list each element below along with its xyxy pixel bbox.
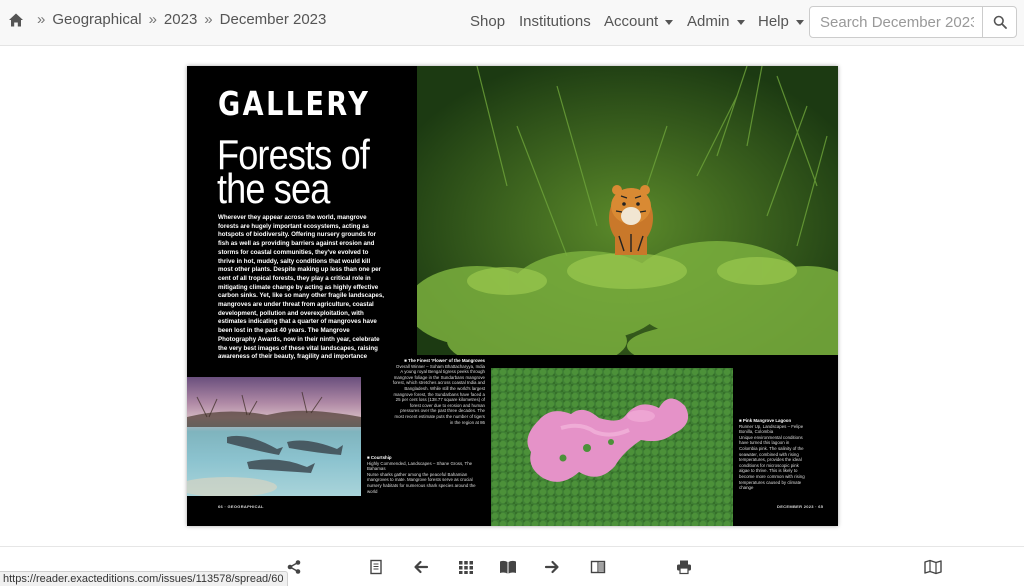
folio-right: DECEMBER 2023 · 65 [777, 504, 824, 509]
top-navbar: » Geographical » 2023 » December 2023 Sh… [0, 0, 1024, 46]
magazine-spread[interactable]: GALLERY Forests of the sea Wherever they… [187, 66, 838, 526]
chevron-down-icon [795, 19, 804, 25]
tiger-photo [417, 66, 838, 355]
sharks-caption-text: Nurse sharks gather among the peaceful B… [367, 471, 476, 494]
forward-arrow-icon[interactable] [544, 559, 560, 575]
breadcrumb-2023[interactable]: 2023 [164, 11, 197, 28]
nav-shop-label: Shop [470, 13, 506, 30]
share-icon[interactable] [286, 559, 302, 575]
map-icon[interactable] [924, 559, 942, 575]
sharks-photo [187, 377, 361, 496]
pink-caption-text: Unique environmental conditions have tur… [739, 434, 805, 491]
tiger-caption-title: ■ The Finest 'Flower' of the Mangroves [404, 358, 485, 363]
pink-lagoon-photo-art [491, 368, 733, 526]
breadcrumb-separator: » [148, 11, 157, 28]
status-url: https://reader.exacteditions.com/issues/… [0, 571, 289, 586]
page-icon[interactable] [368, 559, 384, 575]
grid-icon[interactable] [458, 559, 474, 575]
print-icon[interactable] [676, 559, 692, 575]
pink-caption-credit: Runner Up, Landscapes – Felipe Bonilla, … [739, 423, 804, 435]
section-heading: GALLERY [218, 84, 371, 123]
tiger-caption-text: A young royal Bengal tigress peeks throu… [392, 369, 485, 425]
search-box [809, 6, 1017, 38]
search-button[interactable] [982, 7, 1016, 37]
nav-shop[interactable]: Shop [470, 13, 505, 30]
nav-institutions-label: Institutions [519, 13, 591, 30]
breadcrumb: » Geographical » 2023 » December 2023 [8, 11, 326, 28]
pink-lagoon-photo [491, 368, 733, 526]
breadcrumb-separator: » [204, 11, 213, 28]
home-icon[interactable] [8, 12, 24, 28]
intro-text: Wherever they appear across the world, m… [218, 214, 384, 361]
breadcrumb-separator: » [37, 11, 46, 28]
folio-left: 66 · GEOGRAPHICAL [218, 504, 264, 509]
sharks-photo-art [187, 391, 361, 496]
search-input[interactable] [810, 7, 984, 37]
nav-help-label: Help [758, 13, 789, 30]
back-arrow-icon[interactable] [413, 559, 429, 575]
breadcrumb-geographical[interactable]: Geographical [52, 11, 141, 28]
nav-admin-dropdown[interactable]: Admin [687, 13, 745, 30]
nav-admin-label: Admin [687, 13, 730, 30]
article-title: Forests of the sea [217, 134, 370, 210]
single-page-icon[interactable] [590, 559, 606, 575]
nav-institutions[interactable]: Institutions [519, 13, 591, 30]
sharks-caption-credit: Highly Commended, Landscapes – Shane Gro… [367, 460, 473, 472]
nav-account-dropdown[interactable]: Account [604, 13, 674, 30]
search-icon [993, 15, 1007, 29]
chevron-down-icon [736, 19, 745, 25]
nav-account-label: Account [604, 13, 659, 30]
nav-help-dropdown[interactable]: Help [758, 13, 804, 30]
pink-caption: ■ Pink Mangrove Lagoon Runner Up, Landsc… [739, 418, 809, 491]
tiger-caption: ■ The Finest 'Flower' of the Mangroves O… [392, 358, 485, 425]
open-book-icon[interactable] [499, 559, 517, 575]
breadcrumb-december-2023[interactable]: December 2023 [220, 11, 327, 28]
sharks-caption: ■ Courtship Highly Commended, Landscapes… [367, 455, 477, 494]
chevron-down-icon [665, 19, 674, 25]
tiger-photo-art [417, 66, 838, 355]
